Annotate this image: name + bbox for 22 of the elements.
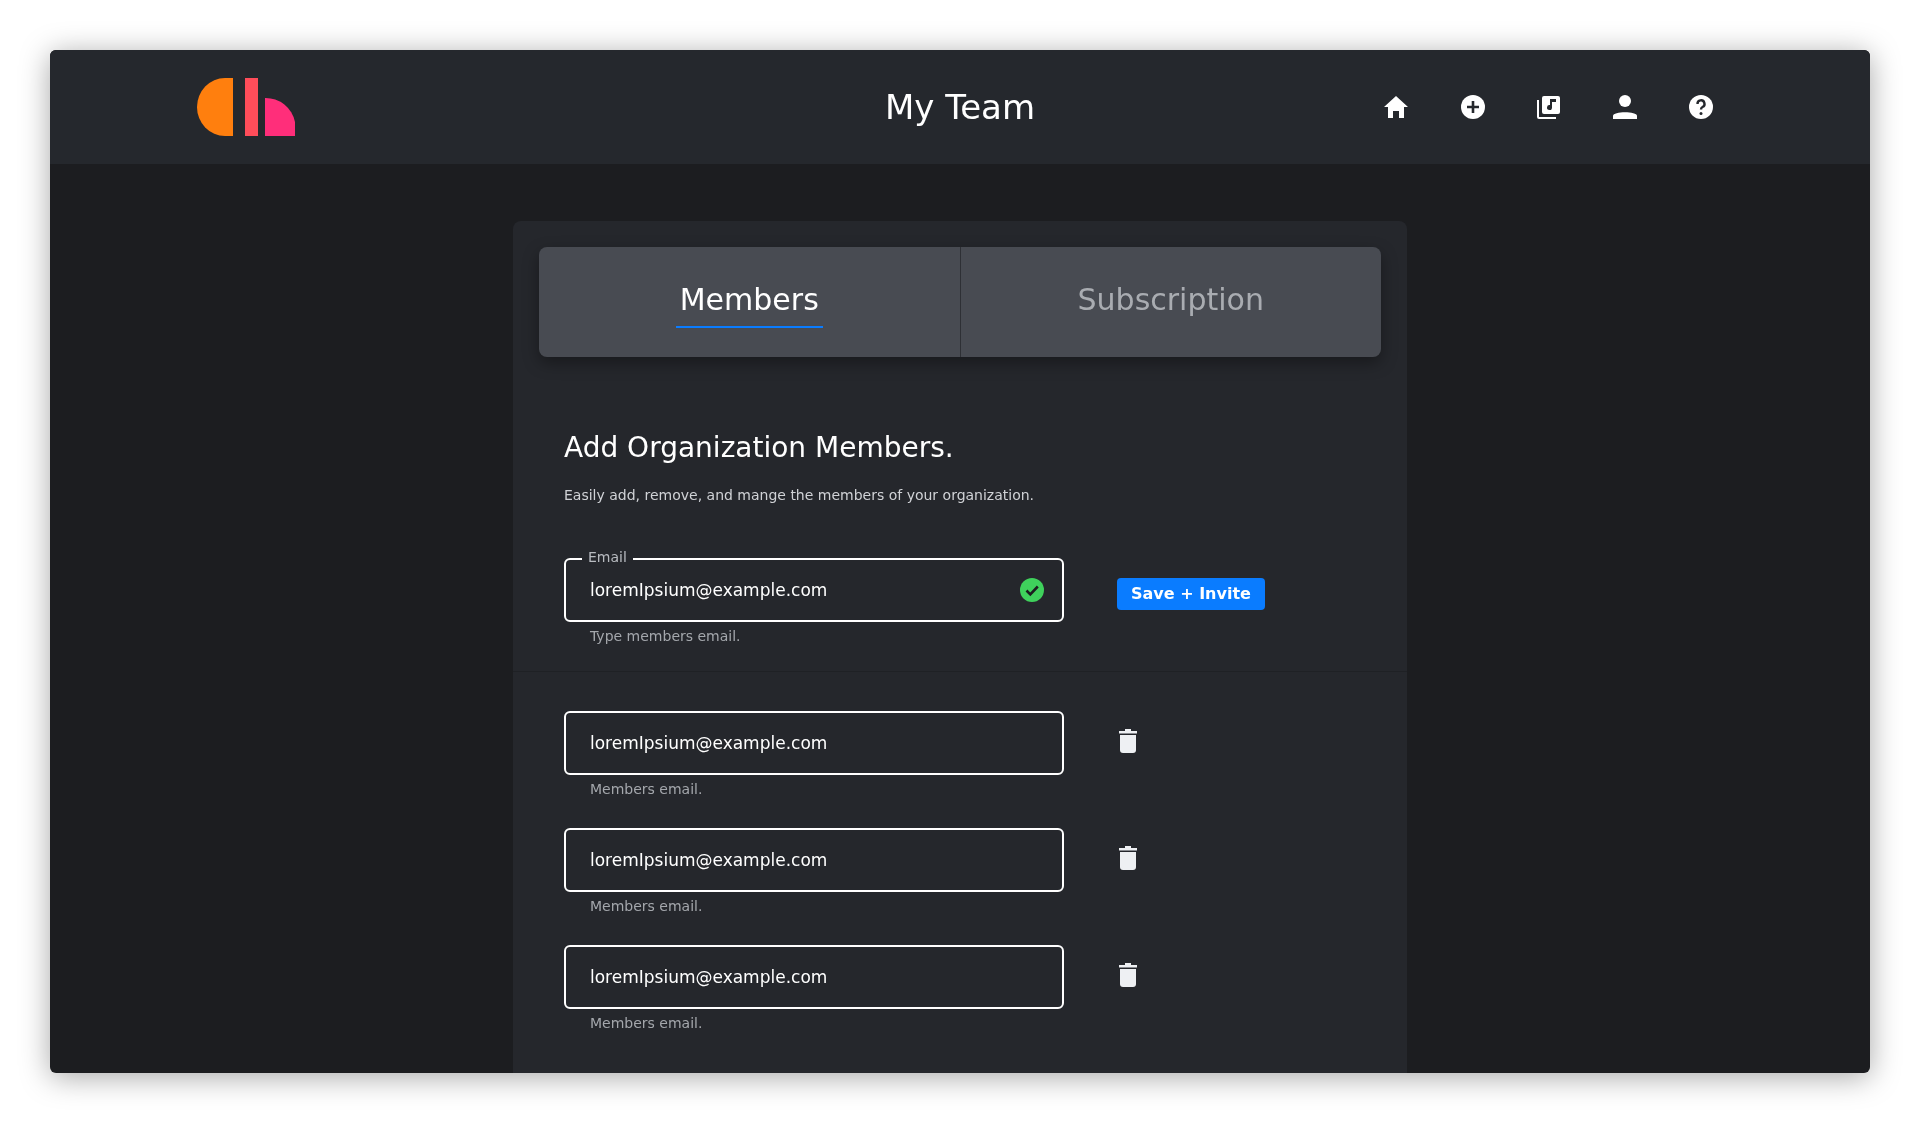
section-description: Easily add, remove, and mange the members of your organization.: [564, 486, 1036, 505]
delete-icon[interactable]: [1119, 846, 1137, 870]
music-library-icon[interactable]: [1537, 95, 1561, 119]
member-email-field[interactable]: loremIpsium@example.com: [564, 828, 1064, 892]
help-icon[interactable]: [1689, 95, 1713, 119]
tab[interactable]: Members: [539, 247, 960, 357]
member-email-field[interactable]: loremIpsium@example.com: [564, 711, 1064, 775]
member-email-field[interactable]: loremIpsium@example.com: [564, 945, 1064, 1009]
helper-text: Members email.: [590, 897, 704, 916]
helper-text: Members email.: [590, 780, 704, 799]
tab[interactable]: Subscription: [959, 247, 1381, 357]
delete-icon[interactable]: [1119, 729, 1137, 753]
user-icon[interactable]: [1613, 95, 1637, 119]
section-heading: Add Organization Members.: [564, 430, 955, 466]
save-invite-button[interactable]: Save + Invite: [1117, 578, 1265, 610]
logo-icon[interactable]: [197, 78, 295, 136]
page-title: My Team: [884, 85, 1036, 129]
home-icon[interactable]: [1383, 95, 1409, 119]
helper-text: Members email.: [590, 1014, 704, 1033]
add-circle-icon[interactable]: [1461, 95, 1485, 119]
helper-text: Type members email.: [590, 627, 742, 646]
delete-icon[interactable]: [1119, 963, 1137, 987]
